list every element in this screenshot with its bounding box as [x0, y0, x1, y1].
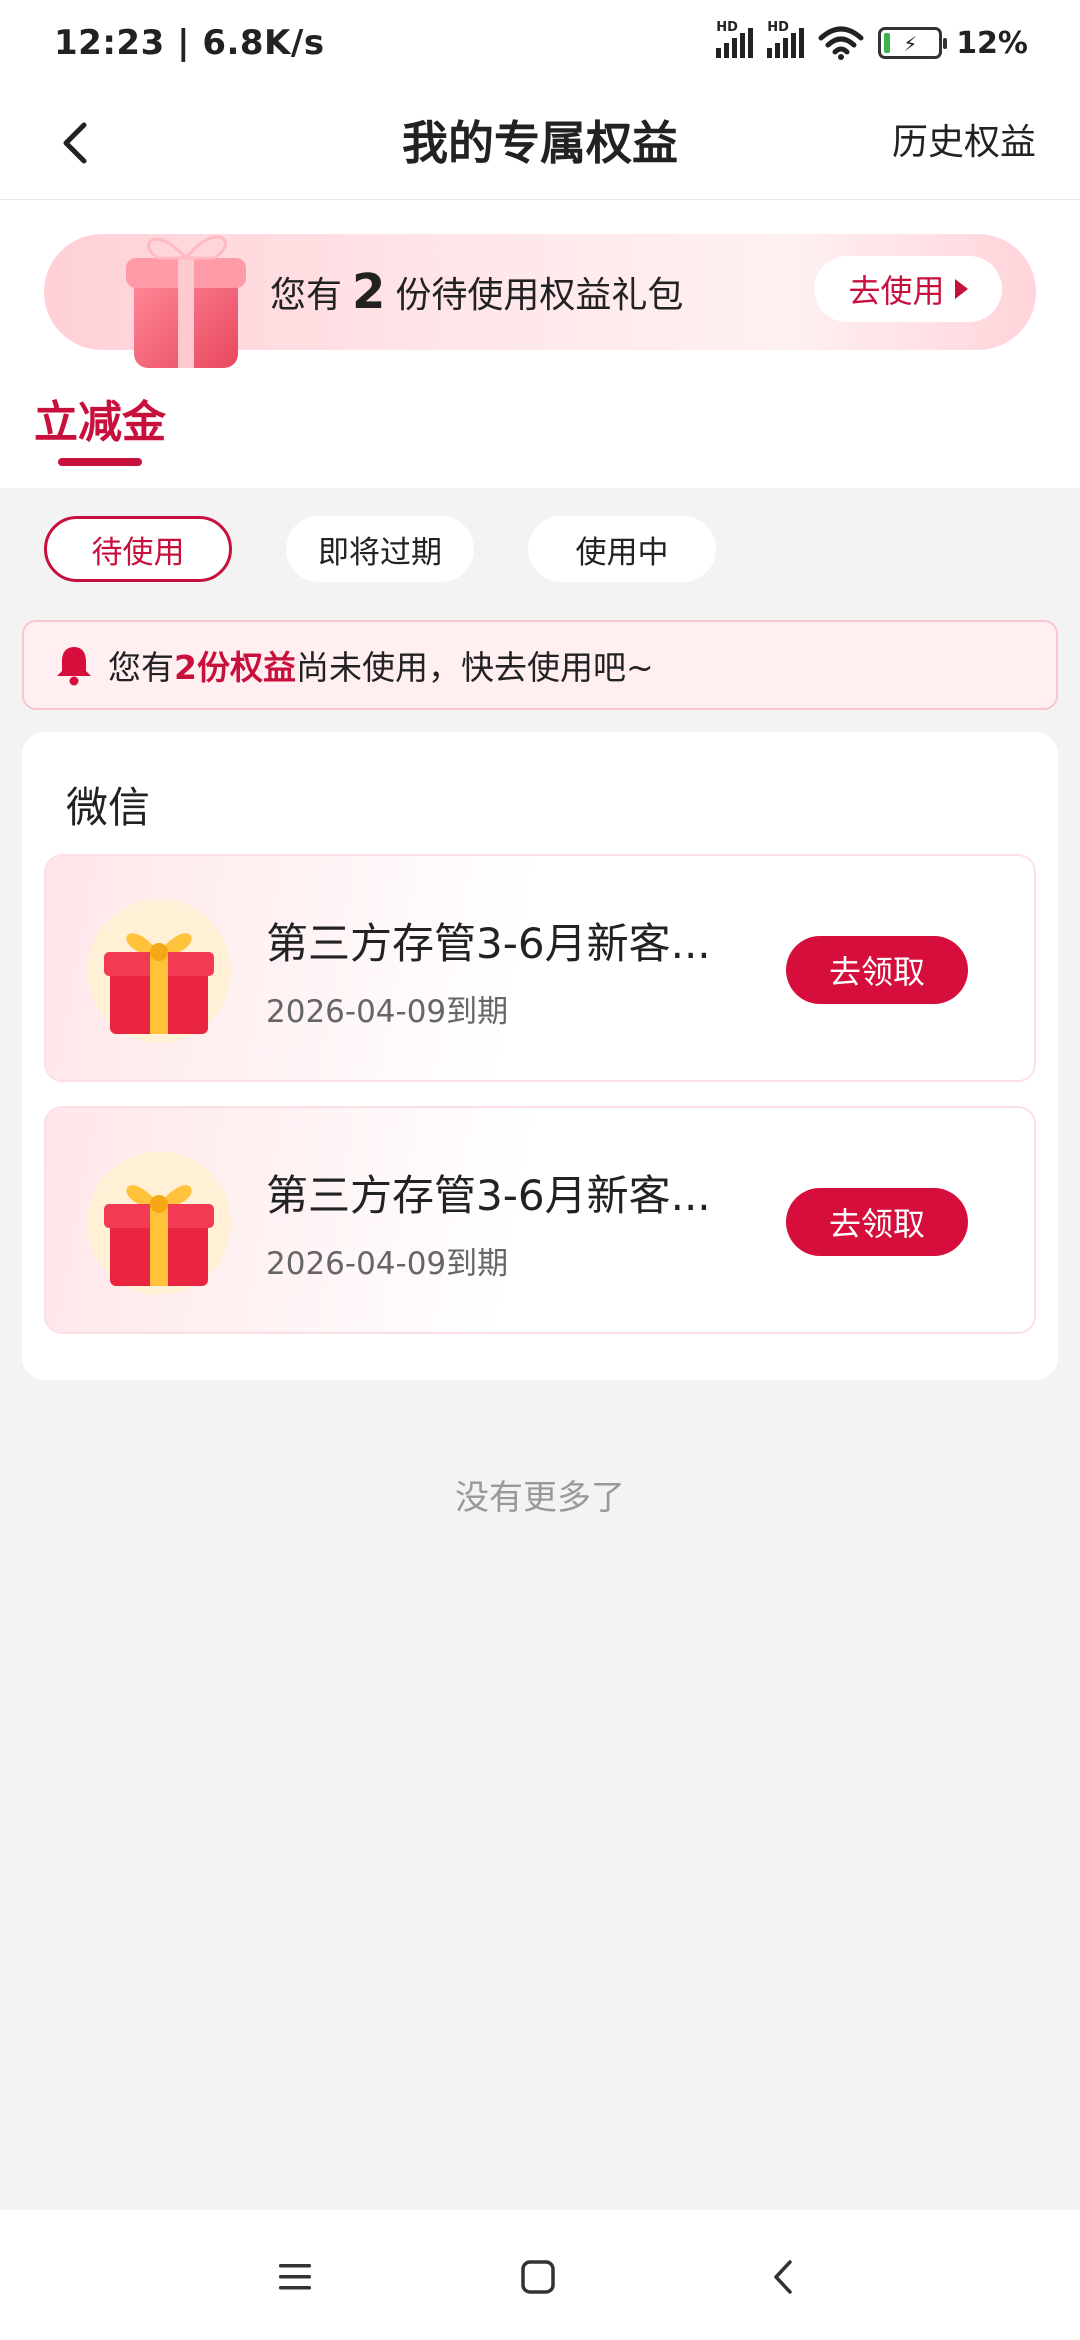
- benefit-card-group: 微信 第三方存管3-6月新客... 2026-04-09到期 去领取 第三方存管…: [22, 732, 1058, 1380]
- benefit-expiry: 2026-04-09到期: [266, 1246, 509, 1282]
- filter-in-use[interactable]: 使用中: [528, 516, 716, 582]
- notice-prefix: 您有: [108, 648, 174, 687]
- filter-expiring[interactable]: 即将过期: [286, 516, 474, 582]
- benefit-title: 第三方存管3-6月新客...: [266, 1171, 711, 1220]
- filter-chips: 待使用 即将过期 使用中: [44, 516, 716, 582]
- go-use-button[interactable]: 去使用: [814, 256, 1002, 322]
- bell-icon: [57, 647, 91, 686]
- gift-icon: [87, 899, 231, 1043]
- tab-underline: [58, 458, 142, 466]
- signal-icon-1: HD: [716, 20, 754, 58]
- banner-text: 您有 2 份待使用权益礼包: [270, 234, 683, 350]
- tab-instant-discount[interactable]: 立减金: [34, 386, 166, 450]
- banner-prefix: 您有: [270, 275, 343, 316]
- banner-suffix: 份待使用权益礼包: [395, 275, 684, 316]
- status-bar: 12:23 | 6.8K/s HD HD ⚡ 12%: [0, 0, 1080, 86]
- gift-icon: [126, 235, 246, 368]
- home-square-icon: [521, 2260, 555, 2294]
- status-time-speed: 12:23 | 6.8K/s: [54, 23, 325, 63]
- back-chevron-icon: [774, 2260, 792, 2294]
- signal-icon-2: HD: [767, 20, 805, 58]
- no-more-text: 没有更多了: [455, 1478, 625, 1518]
- benefit-expiry: 2026-04-09到期: [266, 994, 509, 1030]
- header: 我的专属权益 历史权益: [0, 86, 1080, 200]
- claim-button[interactable]: 去领取: [786, 1188, 968, 1256]
- battery-percent: 12%: [956, 25, 1028, 61]
- claim-button[interactable]: 去领取: [786, 936, 968, 1004]
- pending-gift-banner[interactable]: 您有 2 份待使用权益礼包 去使用: [44, 234, 1036, 368]
- menu-icon: [279, 2264, 311, 2290]
- signal-hd-label: HD: [716, 20, 738, 35]
- gift-icon: [87, 1151, 231, 1295]
- battery-icon: ⚡: [878, 27, 948, 59]
- history-benefits-link[interactable]: 历史权益: [892, 86, 1036, 200]
- wifi-icon: [818, 26, 864, 60]
- filter-pending[interactable]: 待使用: [44, 516, 232, 582]
- benefit-item[interactable]: 第三方存管3-6月新客... 2026-04-09到期 去领取: [44, 854, 1036, 1082]
- status-icons: HD HD ⚡ 12%: [716, 20, 1028, 61]
- banner-count: 2: [352, 264, 386, 320]
- nav-menu-button[interactable]: [262, 2244, 328, 2310]
- section-title: 微信: [66, 783, 151, 832]
- nav-back-button[interactable]: [750, 2244, 816, 2310]
- screen: 12:23 | 6.8K/s HD HD ⚡ 12% 我的专属权益 历史权益 您…: [0, 0, 1080, 2340]
- banner-section: 您有 2 份待使用权益礼包 去使用 立减金: [0, 200, 1080, 488]
- unused-notice: 您有 2份权益 尚未使用，快去使用吧~: [22, 620, 1058, 710]
- system-nav-bar: [0, 2210, 1080, 2340]
- benefit-title: 第三方存管3-6月新客...: [266, 919, 711, 968]
- nav-home-button[interactable]: [505, 2244, 571, 2310]
- benefit-item[interactable]: 第三方存管3-6月新客... 2026-04-09到期 去领取: [44, 1106, 1036, 1334]
- notice-highlight: 2份权益: [174, 648, 296, 687]
- go-use-label: 去使用: [848, 272, 945, 310]
- signal-hd-label: HD: [767, 20, 789, 35]
- notice-suffix: 尚未使用，快去使用吧~: [295, 648, 654, 687]
- triangle-right-icon: [954, 279, 968, 299]
